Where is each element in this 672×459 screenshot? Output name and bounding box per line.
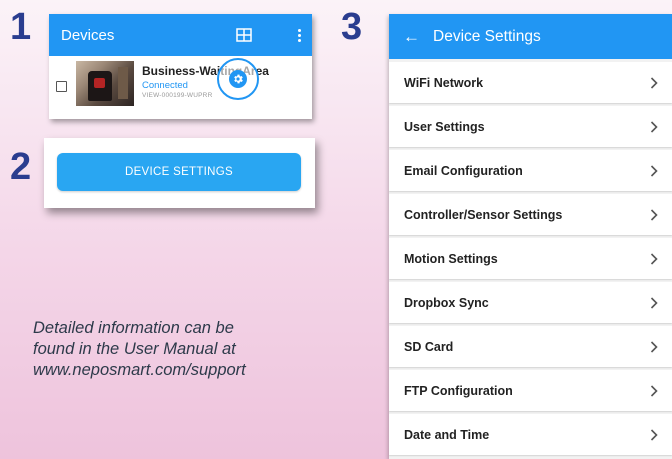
info-line-1: Detailed information can be xyxy=(33,319,234,337)
devices-title: Devices xyxy=(61,26,115,44)
chevron-right-icon xyxy=(642,384,666,397)
device-select-checkbox[interactable] xyxy=(56,81,67,92)
settings-gear-icon[interactable] xyxy=(229,70,247,88)
settings-item-motion-settings[interactable]: Motion Settings xyxy=(389,238,672,279)
device-thumbnail xyxy=(76,61,134,106)
settings-item-label: User Settings xyxy=(404,119,485,134)
settings-item-sd-card[interactable]: SD Card xyxy=(389,326,672,367)
chevron-right-icon xyxy=(642,252,666,265)
device-settings-screen: ← Device Settings WiFi Network User Sett… xyxy=(389,14,672,459)
settings-list: WiFi Network User Settings Email Configu… xyxy=(389,62,672,455)
device-status: Connected xyxy=(142,80,188,91)
chevron-right-icon xyxy=(642,208,666,221)
step-number-1: 1 xyxy=(10,6,32,48)
info-line-2: found in the User Manual at xyxy=(33,340,236,358)
device-id: VIEW-000199-WUPRR xyxy=(142,92,213,99)
chevron-right-icon xyxy=(642,76,666,89)
step-number-2: 2 xyxy=(10,146,32,188)
settings-item-controller-sensor-settings[interactable]: Controller/Sensor Settings xyxy=(389,194,672,235)
info-line-3: www.neposmart.com/support xyxy=(33,361,246,379)
settings-item-label: Dropbox Sync xyxy=(404,295,489,310)
devices-app-bar: Devices xyxy=(49,14,312,56)
settings-item-wifi-network[interactable]: WiFi Network xyxy=(389,62,672,103)
settings-item-user-settings[interactable]: User Settings xyxy=(389,106,672,147)
grid-view-icon[interactable] xyxy=(236,28,252,42)
device-settings-button[interactable]: DEVICE SETTINGS xyxy=(57,153,301,191)
manual-info-text: Detailed information can be found in the… xyxy=(33,318,353,381)
chevron-right-icon xyxy=(642,164,666,177)
chevron-right-icon xyxy=(642,120,666,133)
settings-item-date-and-time[interactable]: Date and Time xyxy=(389,414,672,455)
settings-item-label: FTP Configuration xyxy=(404,383,513,398)
settings-item-dropbox-sync[interactable]: Dropbox Sync xyxy=(389,282,672,323)
more-vert-icon[interactable] xyxy=(296,28,302,42)
settings-item-ftp-configuration[interactable]: FTP Configuration xyxy=(389,370,672,411)
settings-item-label: Motion Settings xyxy=(404,251,498,266)
settings-item-email-configuration[interactable]: Email Configuration xyxy=(389,150,672,191)
settings-title: Device Settings xyxy=(433,27,541,45)
settings-item-label: SD Card xyxy=(404,339,454,354)
chevron-right-icon xyxy=(642,428,666,441)
step-number-3: 3 xyxy=(341,6,363,48)
chevron-right-icon xyxy=(642,296,666,309)
settings-item-label: Date and Time xyxy=(404,427,490,442)
devices-screen: Devices Business-WaitingArea Connected V… xyxy=(49,14,312,119)
back-arrow-icon[interactable]: ← xyxy=(403,28,420,45)
settings-item-label: Controller/Sensor Settings xyxy=(404,207,563,222)
device-row[interactable]: Business-WaitingArea Connected VIEW-0001… xyxy=(49,56,312,119)
settings-item-label: WiFi Network xyxy=(404,75,484,90)
chevron-right-icon xyxy=(642,340,666,353)
settings-app-bar: ← Device Settings xyxy=(389,14,672,59)
settings-item-label: Email Configuration xyxy=(404,163,523,178)
device-settings-card: DEVICE SETTINGS xyxy=(44,138,315,208)
